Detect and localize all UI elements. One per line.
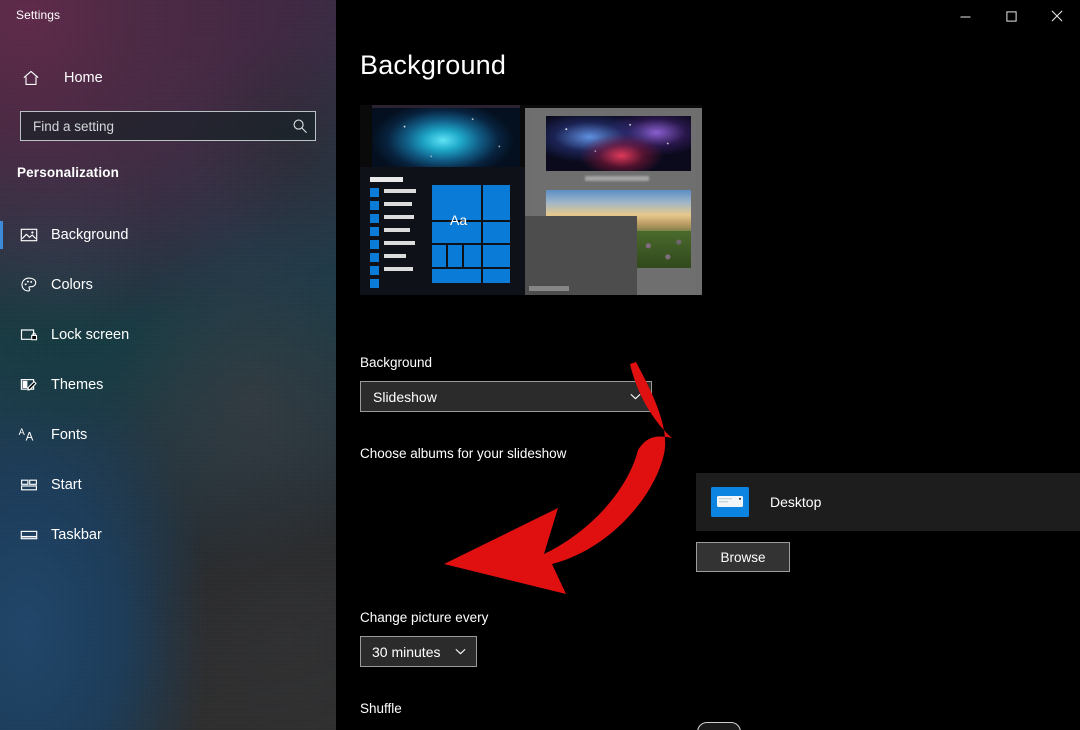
sidebar-section-label: Personalization: [17, 165, 120, 180]
sidebar-item-taskbar-label: Taskbar: [51, 527, 102, 543]
main-content: Background Aa Background Slideshow Choos…: [336, 0, 1080, 730]
preview-start-rail: [370, 188, 379, 292]
sidebar-item-lock-screen-label: Lock screen: [51, 327, 130, 343]
svg-text:A: A: [26, 432, 34, 444]
home-icon: [20, 67, 42, 89]
sidebar-item-taskbar[interactable]: Taskbar: [0, 512, 336, 558]
preview-window-image-nebula: [546, 116, 691, 171]
lock-screen-icon: [18, 324, 40, 346]
svg-text:A: A: [19, 427, 26, 437]
interval-dropdown[interactable]: 30 minutes: [360, 636, 477, 667]
themes-icon: [18, 374, 40, 396]
preview-start-tiles: Aa: [432, 185, 510, 283]
selection-indicator: [0, 221, 3, 249]
browse-button-label: Browse: [720, 549, 766, 565]
preview-start-applist: [384, 189, 416, 280]
sidebar-item-background[interactable]: Background: [0, 212, 336, 258]
minimize-button[interactable]: [942, 0, 988, 32]
album-list-item-desktop[interactable]: Desktop: [696, 473, 1080, 531]
sidebar-item-start[interactable]: Start: [0, 462, 336, 508]
shuffle-label: Shuffle: [360, 701, 402, 716]
sidebar-item-background-label: Background: [51, 227, 129, 243]
chevron-down-icon: [629, 390, 643, 404]
start-icon: [18, 474, 40, 496]
sidebar-item-fonts[interactable]: A A Fonts: [0, 412, 336, 458]
search-input[interactable]: Find a setting: [20, 111, 316, 141]
albums-label: Choose albums for your slideshow: [360, 446, 567, 461]
taskbar-icon: [18, 524, 40, 546]
sidebar-item-fonts-label: Fonts: [51, 427, 88, 443]
window-title: Settings: [16, 8, 61, 22]
fonts-icon: A A: [18, 424, 40, 446]
preview-start-header: [370, 177, 403, 182]
search-placeholder: Find a setting: [33, 118, 115, 134]
folder-icon: [709, 485, 751, 519]
preview-window-panel: [525, 216, 637, 295]
sidebar-item-themes[interactable]: Themes: [0, 362, 336, 408]
image-icon: [18, 224, 40, 246]
preview-start-tile-label: Aa: [450, 212, 468, 228]
maximize-button[interactable]: [988, 0, 1034, 32]
palette-icon: [18, 274, 40, 296]
sidebar-item-colors[interactable]: Colors: [0, 262, 336, 308]
interval-label: Change picture every: [360, 610, 489, 625]
sidebar-item-start-label: Start: [51, 477, 82, 493]
chevron-down-icon: [454, 645, 468, 659]
preview-window-statusbar: [529, 286, 569, 291]
album-name: Desktop: [770, 494, 822, 510]
desktop-preview: Aa: [360, 105, 702, 295]
preview-wallpaper-nebula: [372, 108, 520, 170]
background-dropdown-value: Slideshow: [373, 388, 437, 405]
page-title: Background: [360, 50, 507, 80]
sidebar-item-home-label: Home: [64, 70, 103, 86]
preview-start-menu: Aa: [360, 167, 525, 295]
settings-window: Settings Home Find a setting Personaliza…: [0, 0, 1080, 730]
album-list: Desktop: [696, 473, 1080, 531]
navigation-sidebar: Settings Home Find a setting Personaliza…: [0, 0, 336, 730]
background-dropdown[interactable]: Slideshow: [360, 381, 652, 412]
sidebar-item-colors-label: Colors: [51, 277, 93, 293]
preview-window-mock: [525, 108, 702, 295]
shuffle-toggle[interactable]: [697, 722, 741, 730]
search-icon: [291, 117, 309, 135]
interval-dropdown-value: 30 minutes: [372, 643, 441, 660]
window-controls: [942, 0, 1080, 32]
close-button[interactable]: [1034, 0, 1080, 32]
sidebar-item-themes-label: Themes: [51, 377, 104, 393]
sidebar-item-lock-screen[interactable]: Lock screen: [0, 312, 336, 358]
background-label: Background: [360, 355, 433, 370]
sidebar-item-home[interactable]: Home: [8, 60, 324, 96]
browse-button[interactable]: Browse: [695, 541, 791, 573]
preview-window-caption: [585, 176, 649, 181]
